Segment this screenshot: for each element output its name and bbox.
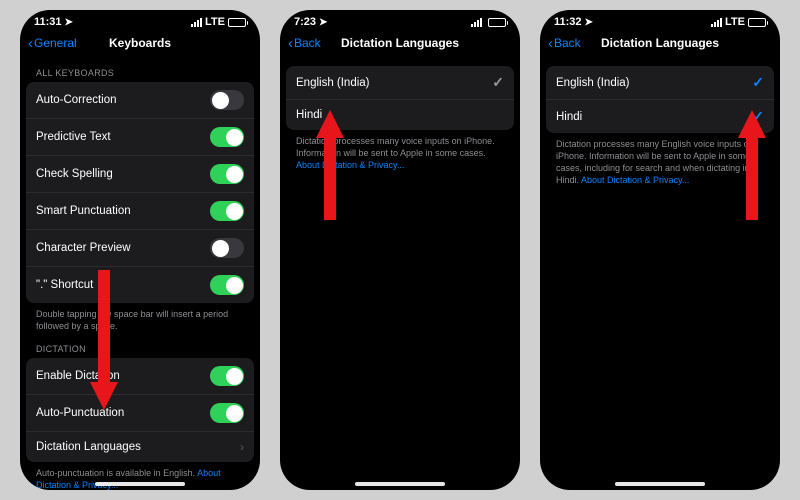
row-dictation-languages[interactable]: Dictation Languages› bbox=[26, 432, 254, 462]
status-bar: 7:23 ➤ bbox=[280, 10, 520, 30]
row-english-india[interactable]: English (India)✓ bbox=[546, 66, 774, 100]
link-about-dictation[interactable]: About Dictation & Privacy... bbox=[296, 160, 404, 170]
check-icon: ✓ bbox=[492, 74, 504, 91]
screen-dictation-lang-unchecked: 7:23 ➤ ‹Back Dictation Languages English… bbox=[280, 10, 520, 490]
home-indicator[interactable] bbox=[95, 482, 185, 486]
row-predictive-text[interactable]: Predictive Text bbox=[26, 119, 254, 156]
page-title: Keyboards bbox=[20, 36, 260, 50]
nav-bar: ‹Back Dictation Languages bbox=[280, 30, 520, 56]
signal-icon bbox=[711, 18, 722, 27]
toggle-check-spelling[interactable] bbox=[210, 164, 244, 184]
row-auto-punctuation[interactable]: Auto-Punctuation bbox=[26, 395, 254, 432]
toggle-enable-dictation[interactable] bbox=[210, 366, 244, 386]
row-auto-correction[interactable]: Auto-Correction bbox=[26, 82, 254, 119]
row-smart-punctuation[interactable]: Smart Punctuation bbox=[26, 193, 254, 230]
footer-dictation-info: Dictation processes many voice inputs on… bbox=[286, 130, 514, 171]
location-icon: ➤ bbox=[585, 17, 593, 28]
signal-icon bbox=[471, 18, 482, 27]
check-icon: ✓ bbox=[752, 108, 764, 125]
battery-icon bbox=[228, 18, 246, 27]
group-all-keyboards: Auto-Correction Predictive Text Check Sp… bbox=[26, 82, 254, 303]
section-dictation: DICTATION bbox=[26, 332, 254, 358]
nav-bar: ‹General Keyboards bbox=[20, 30, 260, 56]
location-icon: ➤ bbox=[319, 17, 327, 28]
status-bar: 11:31 ➤ LTE bbox=[20, 10, 260, 30]
location-icon: ➤ bbox=[65, 17, 73, 28]
toggle-auto-correction[interactable] bbox=[210, 90, 244, 110]
section-all-keyboards: ALL KEYBOARDS bbox=[26, 56, 254, 82]
status-bar: 11:32 ➤ LTE bbox=[540, 10, 780, 30]
nav-bar: ‹Back Dictation Languages bbox=[540, 30, 780, 56]
time: 11:32 bbox=[554, 16, 582, 28]
row-hindi[interactable]: Hindi✓ bbox=[546, 100, 774, 133]
group-languages: English (India)✓ Hindi bbox=[286, 66, 514, 130]
battery-icon bbox=[488, 18, 506, 27]
page-title: Dictation Languages bbox=[280, 36, 520, 50]
group-languages: English (India)✓ Hindi✓ bbox=[546, 66, 774, 133]
screen-dictation-lang-checked: 11:32 ➤ LTE ‹Back Dictation Languages En… bbox=[540, 10, 780, 490]
network-label: LTE bbox=[725, 16, 745, 28]
page-title: Dictation Languages bbox=[540, 36, 780, 50]
row-hindi[interactable]: Hindi bbox=[286, 100, 514, 130]
link-about-dictation[interactable]: About Dictation & Privacy... bbox=[581, 175, 689, 185]
time: 7:23 bbox=[294, 16, 316, 28]
toggle-auto-punctuation[interactable] bbox=[210, 403, 244, 423]
row-period-shortcut[interactable]: "." Shortcut bbox=[26, 267, 254, 303]
row-check-spelling[interactable]: Check Spelling bbox=[26, 156, 254, 193]
row-enable-dictation[interactable]: Enable Dictation bbox=[26, 358, 254, 395]
home-indicator[interactable] bbox=[355, 482, 445, 486]
row-english-india[interactable]: English (India)✓ bbox=[286, 66, 514, 100]
footer-dictation-info: Dictation processes many English voice i… bbox=[546, 133, 774, 187]
toggle-period-shortcut[interactable] bbox=[210, 275, 244, 295]
toggle-smart-punctuation[interactable] bbox=[210, 201, 244, 221]
home-indicator[interactable] bbox=[615, 482, 705, 486]
chevron-right-icon: › bbox=[240, 440, 244, 454]
signal-icon bbox=[191, 18, 202, 27]
screen-keyboards: 11:31 ➤ LTE ‹General Keyboards ALL KEYBO… bbox=[20, 10, 260, 490]
battery-icon bbox=[748, 18, 766, 27]
time: 11:31 bbox=[34, 16, 62, 28]
toggle-character-preview[interactable] bbox=[210, 238, 244, 258]
toggle-predictive-text[interactable] bbox=[210, 127, 244, 147]
network-label: LTE bbox=[205, 16, 225, 28]
check-icon: ✓ bbox=[752, 74, 764, 91]
footer-space-bar: Double tapping the space bar will insert… bbox=[26, 303, 254, 332]
group-dictation: Enable Dictation Auto-Punctuation Dictat… bbox=[26, 358, 254, 462]
row-character-preview[interactable]: Character Preview bbox=[26, 230, 254, 267]
